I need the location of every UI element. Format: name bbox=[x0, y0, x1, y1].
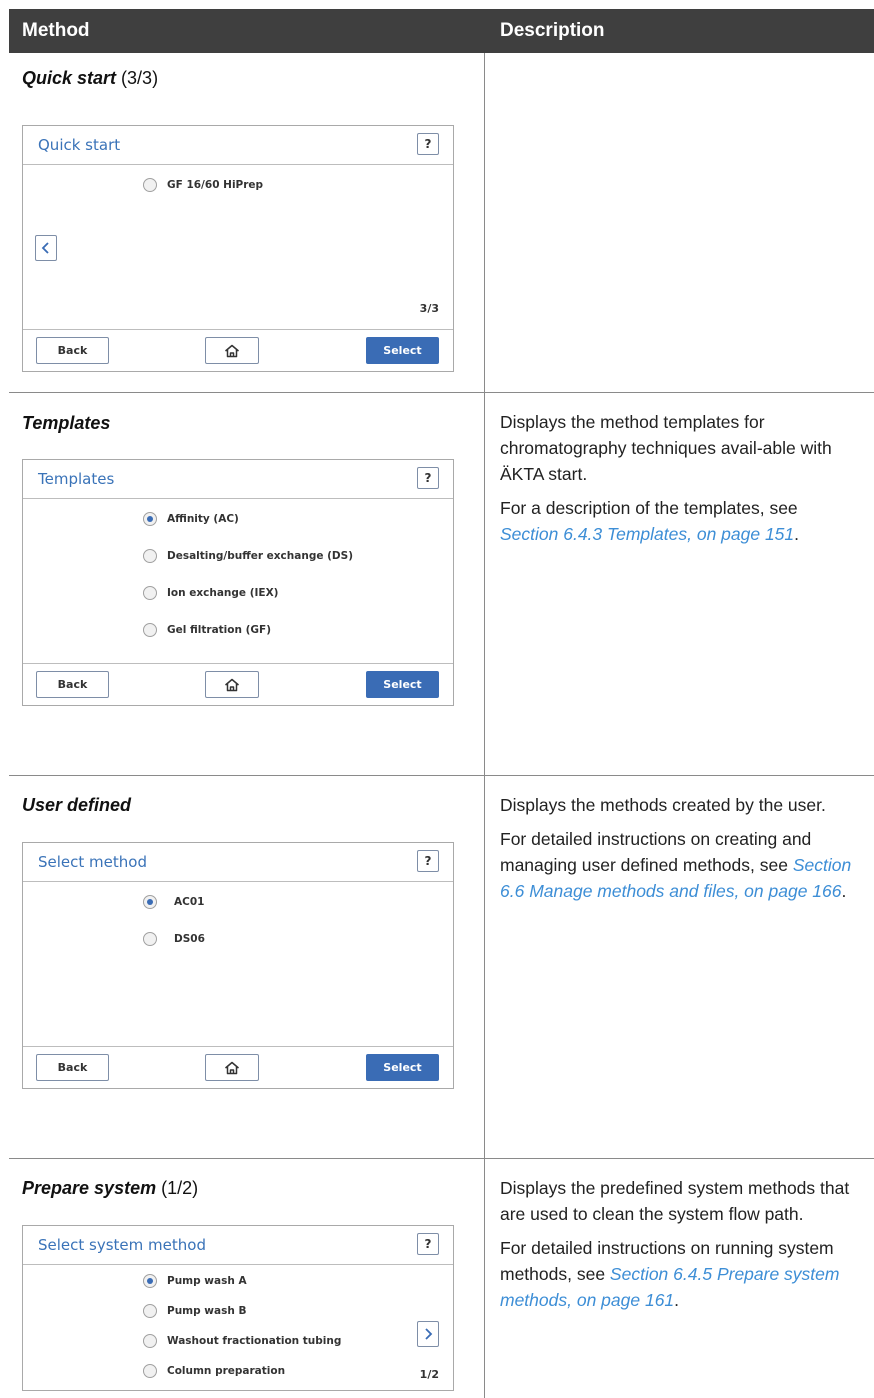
method-name: Prepare system bbox=[22, 1178, 157, 1198]
method-title-templates: Templates bbox=[22, 413, 110, 434]
screen-select-system-method: Select system method ? Pump wash A Pump … bbox=[22, 1225, 454, 1391]
home-button[interactable] bbox=[205, 1054, 259, 1081]
option-label: Column preparation bbox=[167, 1365, 286, 1377]
screen-header: Select system method ? bbox=[23, 1226, 453, 1265]
radio-button[interactable] bbox=[143, 1304, 157, 1318]
option-gf-16-60-hiprep[interactable]: GF 16/60 HiPrep bbox=[143, 178, 263, 192]
option-label: Washout fractionation tubing bbox=[167, 1335, 342, 1347]
screen-title: Select system method bbox=[38, 1236, 206, 1254]
screen-header: Quick start ? bbox=[23, 126, 453, 165]
option-ds06[interactable]: DS06 bbox=[143, 932, 205, 946]
option-label: Pump wash B bbox=[167, 1305, 247, 1317]
option-label: DS06 bbox=[174, 933, 205, 945]
help-button[interactable]: ? bbox=[417, 133, 439, 155]
option-label: Desalting/buffer exchange (DS) bbox=[167, 550, 353, 562]
next-page-button[interactable] bbox=[417, 1321, 439, 1347]
table-header: Method Description bbox=[9, 9, 874, 53]
method-page: (3/3) bbox=[116, 68, 159, 88]
back-button[interactable]: Back bbox=[36, 671, 109, 698]
option-gel-filtration[interactable]: Gel filtration (GF) bbox=[143, 623, 271, 637]
select-button[interactable]: Select bbox=[366, 1054, 439, 1081]
option-pump-wash-a[interactable]: Pump wash A bbox=[143, 1274, 247, 1288]
home-icon bbox=[225, 678, 239, 691]
method-name: Templates bbox=[22, 413, 111, 433]
methods-table: Method Description Quick start (3/3) Qui… bbox=[9, 9, 874, 1398]
chevron-right-icon bbox=[425, 1328, 433, 1340]
option-desalting[interactable]: Desalting/buffer exchange (DS) bbox=[143, 549, 353, 563]
chevron-left-icon bbox=[41, 242, 49, 254]
option-pump-wash-b[interactable]: Pump wash B bbox=[143, 1304, 246, 1318]
method-title-prepare-system: Prepare system (1/2) bbox=[22, 1178, 198, 1199]
option-label: AC01 bbox=[174, 896, 205, 908]
footer-separator bbox=[23, 663, 453, 664]
radio-button[interactable] bbox=[143, 549, 157, 563]
row-divider bbox=[9, 392, 874, 393]
method-page: (1/2) bbox=[156, 1178, 199, 1198]
footer-separator bbox=[23, 1046, 453, 1047]
home-button[interactable] bbox=[205, 337, 259, 364]
back-button[interactable]: Back bbox=[36, 1054, 109, 1081]
home-icon bbox=[225, 344, 239, 357]
option-affinity[interactable]: Affinity (AC) bbox=[143, 512, 239, 526]
header-method: Method bbox=[22, 20, 90, 41]
option-ac01[interactable]: AC01 bbox=[143, 895, 204, 909]
screen-title: Select method bbox=[38, 853, 147, 871]
page-indicator: 3/3 bbox=[419, 302, 439, 315]
description-text: Displays the predefined system methods t… bbox=[500, 1178, 850, 1224]
option-label: Gel filtration (GF) bbox=[167, 624, 272, 636]
header-description: Description bbox=[500, 20, 605, 41]
description-prepare-system: Displays the predefined system methods t… bbox=[500, 1175, 856, 1321]
home-button[interactable] bbox=[205, 671, 259, 698]
help-button[interactable]: ? bbox=[417, 467, 439, 489]
description-reference: For detailed instructions on running sys… bbox=[500, 1238, 840, 1310]
option-label: Pump wash A bbox=[167, 1275, 247, 1287]
description-user-defined: Displays the methods created by the user… bbox=[500, 792, 856, 912]
radio-button[interactable] bbox=[143, 932, 157, 946]
screen-header: Templates ? bbox=[23, 460, 453, 499]
radio-button[interactable] bbox=[143, 178, 157, 192]
section-link[interactable]: Section 6.4.3 Templates, on page 151 bbox=[500, 524, 794, 544]
method-name: Quick start bbox=[22, 68, 117, 88]
description-templates: Displays the method templates for chroma… bbox=[500, 409, 856, 555]
option-label: GF 16/60 HiPrep bbox=[167, 179, 264, 191]
description-text: Displays the method templates for chroma… bbox=[500, 412, 832, 484]
row-divider bbox=[9, 1158, 874, 1159]
page-indicator: 1/2 bbox=[419, 1368, 439, 1381]
radio-button[interactable] bbox=[143, 623, 157, 637]
radio-button-selected[interactable] bbox=[143, 512, 157, 526]
option-label: Affinity (AC) bbox=[167, 513, 239, 525]
radio-button[interactable] bbox=[143, 1334, 157, 1348]
description-text: Displays the methods created by the user… bbox=[500, 795, 826, 815]
radio-button[interactable] bbox=[143, 1364, 157, 1378]
screen-header: Select method ? bbox=[23, 843, 453, 882]
screen-title: Templates bbox=[38, 470, 115, 488]
option-washout-fractionation-tubing[interactable]: Washout fractionation tubing bbox=[143, 1334, 341, 1348]
radio-button-selected[interactable] bbox=[143, 1274, 157, 1288]
method-title-user-defined: User defined bbox=[22, 795, 131, 816]
option-label: Ion exchange (IEX) bbox=[167, 587, 279, 599]
description-reference: For a description of the templates, see … bbox=[500, 498, 800, 544]
option-ion-exchange[interactable]: Ion exchange (IEX) bbox=[143, 586, 278, 600]
screen-templates: Templates ? Affinity (AC) Desalting/buff… bbox=[22, 459, 454, 706]
radio-button-selected[interactable] bbox=[143, 895, 157, 909]
home-icon bbox=[225, 1061, 239, 1074]
column-divider bbox=[484, 53, 485, 1398]
radio-button[interactable] bbox=[143, 586, 157, 600]
screen-select-method: Select method ? AC01 DS06 Back Select bbox=[22, 842, 454, 1089]
footer-separator bbox=[23, 329, 453, 330]
select-button[interactable]: Select bbox=[366, 671, 439, 698]
previous-page-button[interactable] bbox=[35, 235, 57, 261]
help-button[interactable]: ? bbox=[417, 850, 439, 872]
method-name: User defined bbox=[22, 795, 132, 815]
back-button[interactable]: Back bbox=[36, 337, 109, 364]
method-title-quick-start: Quick start (3/3) bbox=[22, 68, 158, 89]
screen-quick-start: Quick start ? GF 16/60 HiPrep 3/3 Back S… bbox=[22, 125, 454, 372]
description-reference: For detailed instructions on creating an… bbox=[500, 829, 852, 901]
select-button[interactable]: Select bbox=[366, 337, 439, 364]
help-button[interactable]: ? bbox=[417, 1233, 439, 1255]
screen-title: Quick start bbox=[38, 136, 121, 154]
option-column-preparation[interactable]: Column preparation bbox=[143, 1364, 285, 1378]
row-divider bbox=[9, 775, 874, 776]
